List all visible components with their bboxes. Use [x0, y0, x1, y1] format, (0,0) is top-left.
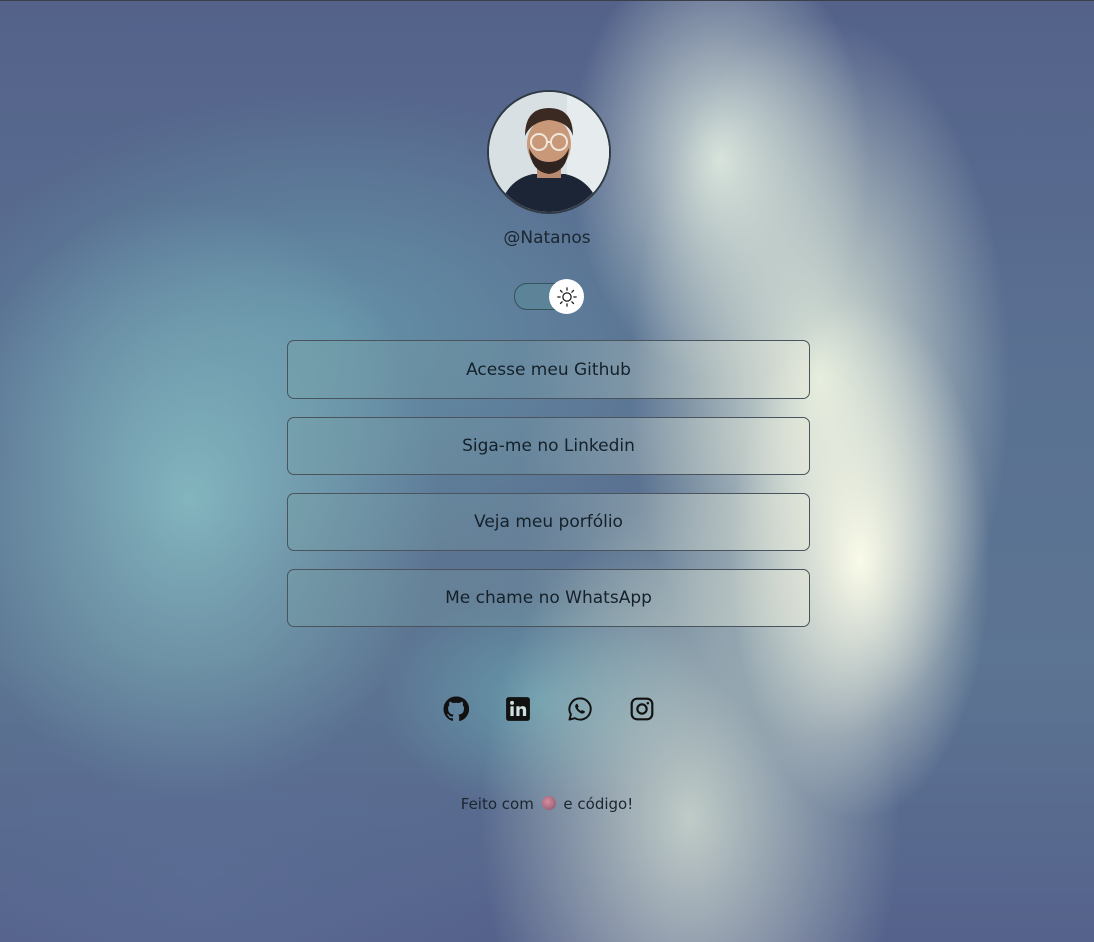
window-top-border [0, 0, 1094, 1]
whatsapp-icon[interactable] [567, 696, 593, 722]
link-label: Veja meu porfólio [474, 512, 623, 532]
heart-icon [541, 796, 556, 810]
linkedin-link-button[interactable]: Siga-me no Linkedin [287, 417, 810, 475]
username: @Natanos [503, 228, 591, 248]
links-list: Acesse meu Github Siga-me no Linkedin Ve… [287, 340, 810, 645]
footer-text: Feito com e código! [0, 795, 1094, 813]
whatsapp-link-button[interactable]: Me chame no WhatsApp [287, 569, 810, 627]
link-label: Siga-me no Linkedin [462, 436, 635, 456]
link-label: Acesse meu Github [466, 359, 631, 380]
portfolio-link-button[interactable]: Veja meu porfólio [287, 493, 810, 551]
linkedin-icon[interactable] [505, 696, 531, 722]
theme-toggle-knob[interactable] [549, 279, 584, 314]
github-link-button[interactable]: Acesse meu Github [287, 340, 810, 399]
avatar [487, 90, 611, 214]
footer-after: e código! [563, 795, 634, 813]
footer-before: Feito com [460, 795, 534, 813]
avatar-photo [489, 92, 609, 212]
github-icon[interactable] [443, 696, 470, 722]
instagram-icon[interactable] [629, 696, 655, 722]
link-label: Me chame no WhatsApp [445, 588, 652, 608]
sun-icon [556, 286, 577, 307]
social-icons [443, 696, 655, 724]
